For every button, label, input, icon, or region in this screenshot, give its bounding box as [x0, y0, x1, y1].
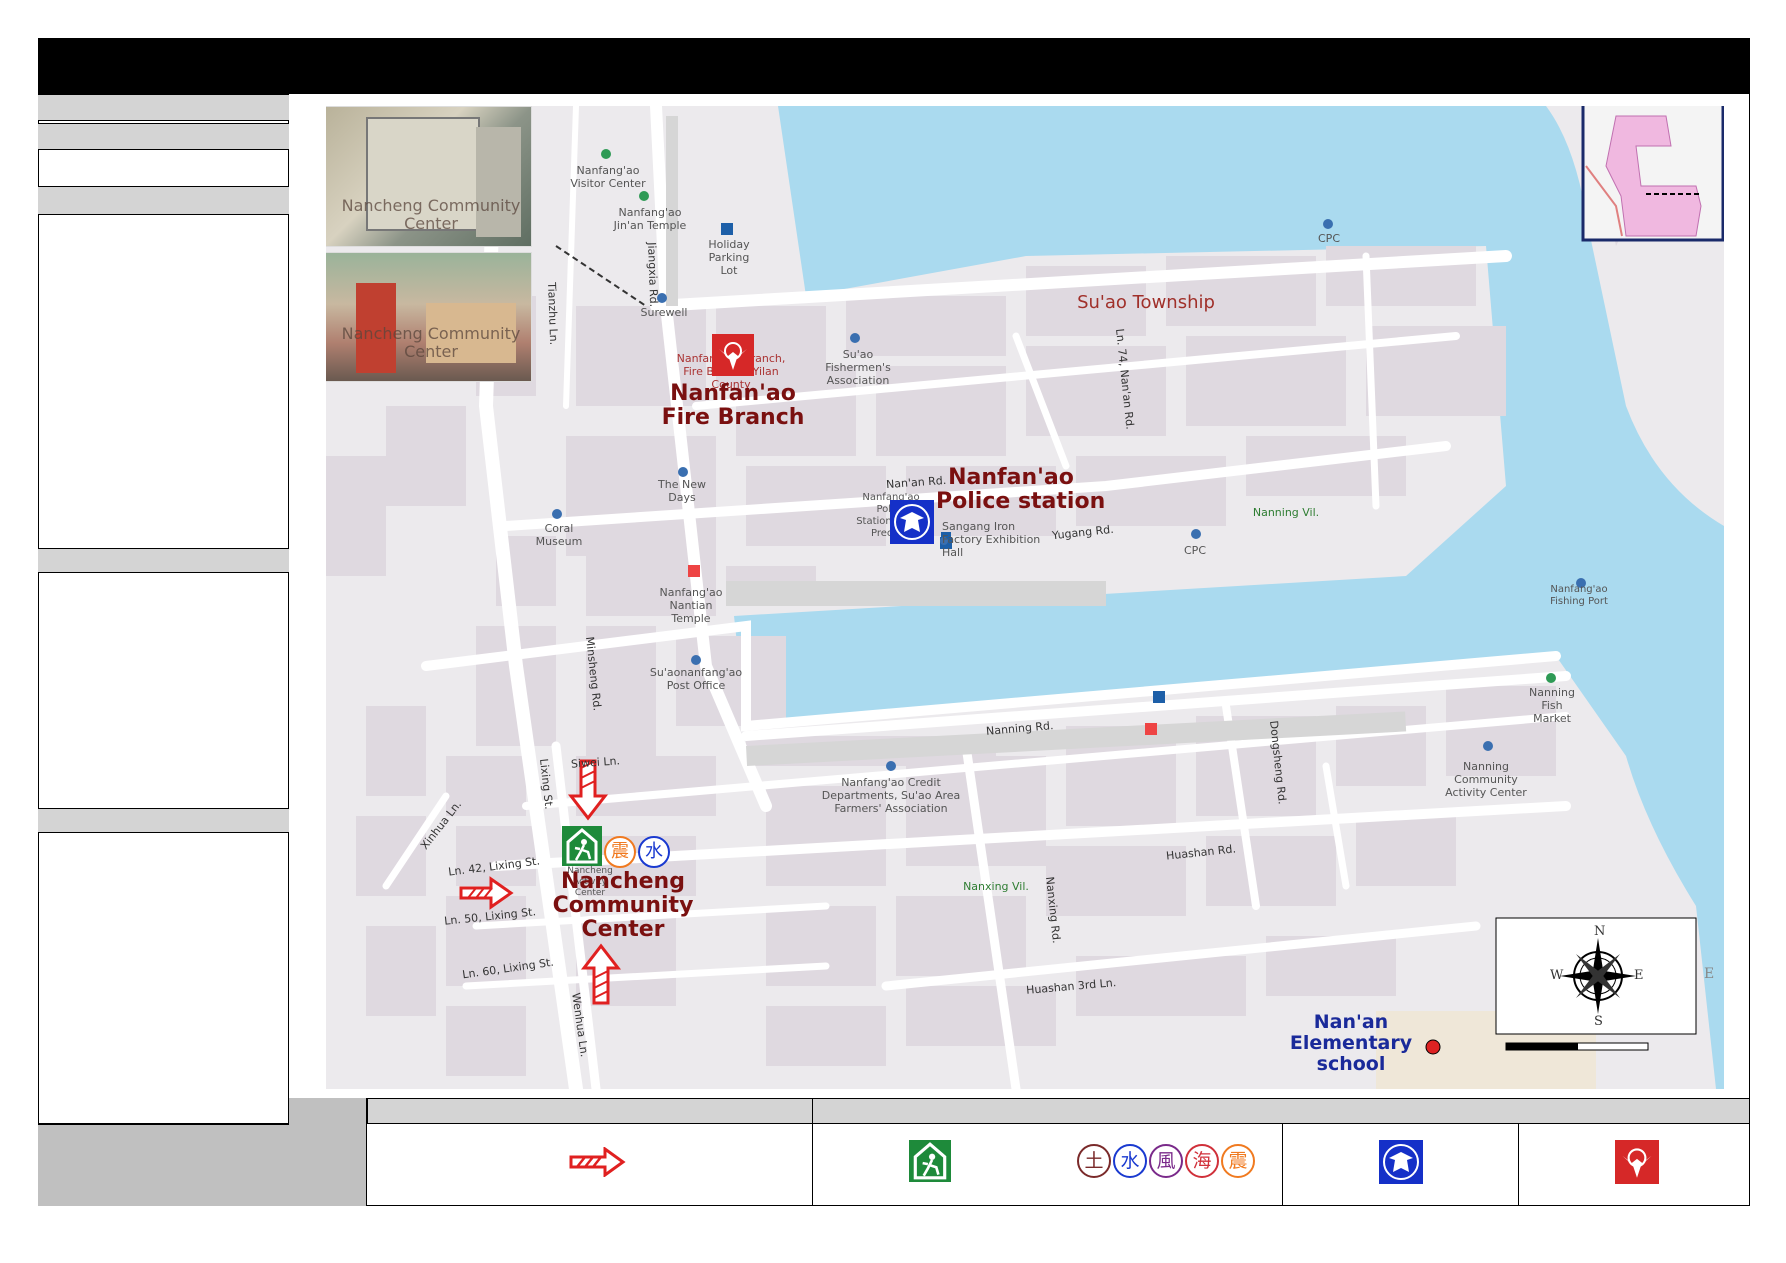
police-station-label: Nanfan'ao Police station: [936, 465, 1106, 514]
compass-e: E: [1634, 968, 1644, 983]
school-label: Nan'an Elementary school: [1286, 1012, 1416, 1075]
photo-2-caption: Nancheng Community Center: [341, 324, 521, 361]
photo-community-center-temple: Nancheng Community Center: [326, 252, 532, 382]
label-fish-market: Nanning Fish Market: [1529, 686, 1575, 725]
sidebar-header-5: [38, 809, 289, 833]
sidebar-field-2: [38, 215, 289, 549]
label-fish-port: Nanfang'ao Fishing Port: [1550, 584, 1608, 607]
center-label-line-2: Community: [552, 893, 694, 918]
sidebar-header-3: [38, 187, 289, 215]
school-label-line-1: Nan'an: [1313, 1011, 1389, 1033]
center-hazard-earthquake: 震: [604, 836, 636, 868]
label-nanning-vil: Nanning Vil.: [1252, 506, 1320, 519]
road-tianzhu: Tianzhu Ln.: [545, 282, 561, 346]
label-cpc-north: CPC: [1318, 232, 1340, 245]
police-label-line-2: Police station: [936, 489, 1106, 514]
legend-hazard-quake: 震: [1221, 1144, 1255, 1178]
legend-header-facilities: [813, 1098, 1750, 1124]
sidebar-field-1: [38, 150, 289, 187]
flood-icon: 水: [645, 841, 663, 862]
sidebar-footer: [38, 1124, 289, 1206]
sidebar: [38, 94, 289, 1206]
map-base: [326, 106, 1724, 1089]
landslide-icon: 土: [1084, 1150, 1104, 1172]
tsunami-icon: 海: [1192, 1150, 1212, 1172]
label-jinan-temple: Nanfang'ao Jin'an Temple: [613, 206, 687, 232]
center-label-line-1: Nancheng: [561, 869, 685, 894]
center-label-line-3: Center: [581, 917, 665, 942]
legend-fire-icon: [1622, 1148, 1652, 1178]
label-township: Su'ao Township: [1077, 292, 1215, 313]
photo-community-center-building: Nancheng Community Center: [326, 106, 532, 247]
map-canvas[interactable]: Nancheng Community Center Nancheng Commu…: [326, 106, 1724, 1089]
legend-police-icon: [1383, 1144, 1419, 1180]
title-bar: [38, 38, 1750, 94]
label-post-office: Su'aonanfang'ao Post Office: [649, 666, 743, 692]
label-nantian-temple: Nanfang'ao Nantian Temple: [659, 586, 723, 625]
legend-cell-shelter: 土 水 風 海 震: [813, 1124, 1283, 1206]
legend-corner: [289, 1098, 367, 1206]
school-label-line-3: school: [1316, 1053, 1386, 1075]
evacuation-shelter-icon: [566, 828, 598, 864]
center-hazard-flood: 水: [638, 836, 670, 868]
legend-cell-route: [367, 1124, 813, 1206]
legend-cell-police: [1283, 1124, 1519, 1206]
sidebar-header-1: [38, 94, 289, 121]
route-arrow-icon: [569, 1147, 626, 1177]
legend-shelter-icon: [913, 1142, 947, 1180]
legend-hazard-water: 水: [1113, 1144, 1147, 1178]
typhoon-icon: 風: [1156, 1150, 1176, 1172]
compass-s: S: [1594, 1014, 1603, 1029]
fire-emblem-icon: [719, 342, 747, 370]
police-label-line-1: Nanfan'ao: [948, 465, 1074, 490]
community-center-label: Nancheng Community Center: [548, 870, 698, 942]
fire-branch-label: Nanfan'ao Fire Branch: [658, 382, 808, 430]
police-station-symbol[interactable]: [890, 500, 934, 544]
legend-header-route: [367, 1098, 813, 1124]
compass-w: W: [1550, 968, 1564, 983]
fire-branch-symbol[interactable]: [712, 334, 754, 376]
earthquake-icon: 震: [611, 841, 629, 862]
label-visitor-center: Nanfang'ao Visitor Center: [570, 164, 646, 190]
compass-n: N: [1594, 924, 1606, 939]
label-fishermen: Su'ao Fishermen's Association: [825, 348, 891, 387]
flood-icon: 水: [1120, 1150, 1140, 1172]
label-nanning-activity: Nanning Community Activity Center: [1445, 760, 1527, 799]
legend-table: 土 水 風 海 震: [289, 1098, 1750, 1206]
label-credit-dept: Nanfang'ao Credit Departments, Su'ao Are…: [821, 776, 961, 815]
label-new-days: The New Days: [658, 478, 706, 504]
legend-shelter-symbol: [909, 1140, 951, 1182]
label-surewell: Surewell: [640, 306, 688, 319]
road-jiangxia: Jiangxia Rd.: [645, 242, 661, 308]
sidebar-header-4: [38, 549, 289, 573]
sidebar-header-2: [38, 123, 289, 150]
fire-label-line-2: Fire Branch: [661, 405, 805, 430]
legend-hazard-soil: 土: [1077, 1144, 1111, 1178]
photo-1-caption: Nancheng Community Center: [341, 196, 521, 233]
fire-label-line-1: Nanfan'ao: [670, 381, 796, 406]
legend-police-symbol: [1379, 1140, 1423, 1184]
compass-e-outside: E: [1704, 966, 1715, 982]
shelter-symbol[interactable]: [562, 826, 602, 866]
label-coral-museum: Coral Museum: [535, 522, 583, 548]
legend-hazard-wind: 風: [1149, 1144, 1183, 1178]
legend-fire-symbol: [1615, 1140, 1659, 1184]
legend-hazard-sea: 海: [1185, 1144, 1219, 1178]
label-nanxing-vil: Nanxing Vil.: [963, 880, 1029, 893]
label-parking-lot: Holiday Parking Lot: [708, 238, 750, 277]
sidebar-field-4: [38, 833, 289, 1124]
school-label-line-2: Elementary: [1289, 1032, 1413, 1054]
label-sangang: Sangang Iron Factory Exhibition Hall: [942, 520, 1041, 559]
sidebar-field-3: [38, 573, 289, 809]
police-emblem-icon: [894, 504, 930, 540]
label-cpc-south: CPC: [1184, 544, 1206, 557]
legend-cell-fire: [1519, 1124, 1750, 1206]
earthquake-icon: 震: [1228, 1150, 1248, 1172]
